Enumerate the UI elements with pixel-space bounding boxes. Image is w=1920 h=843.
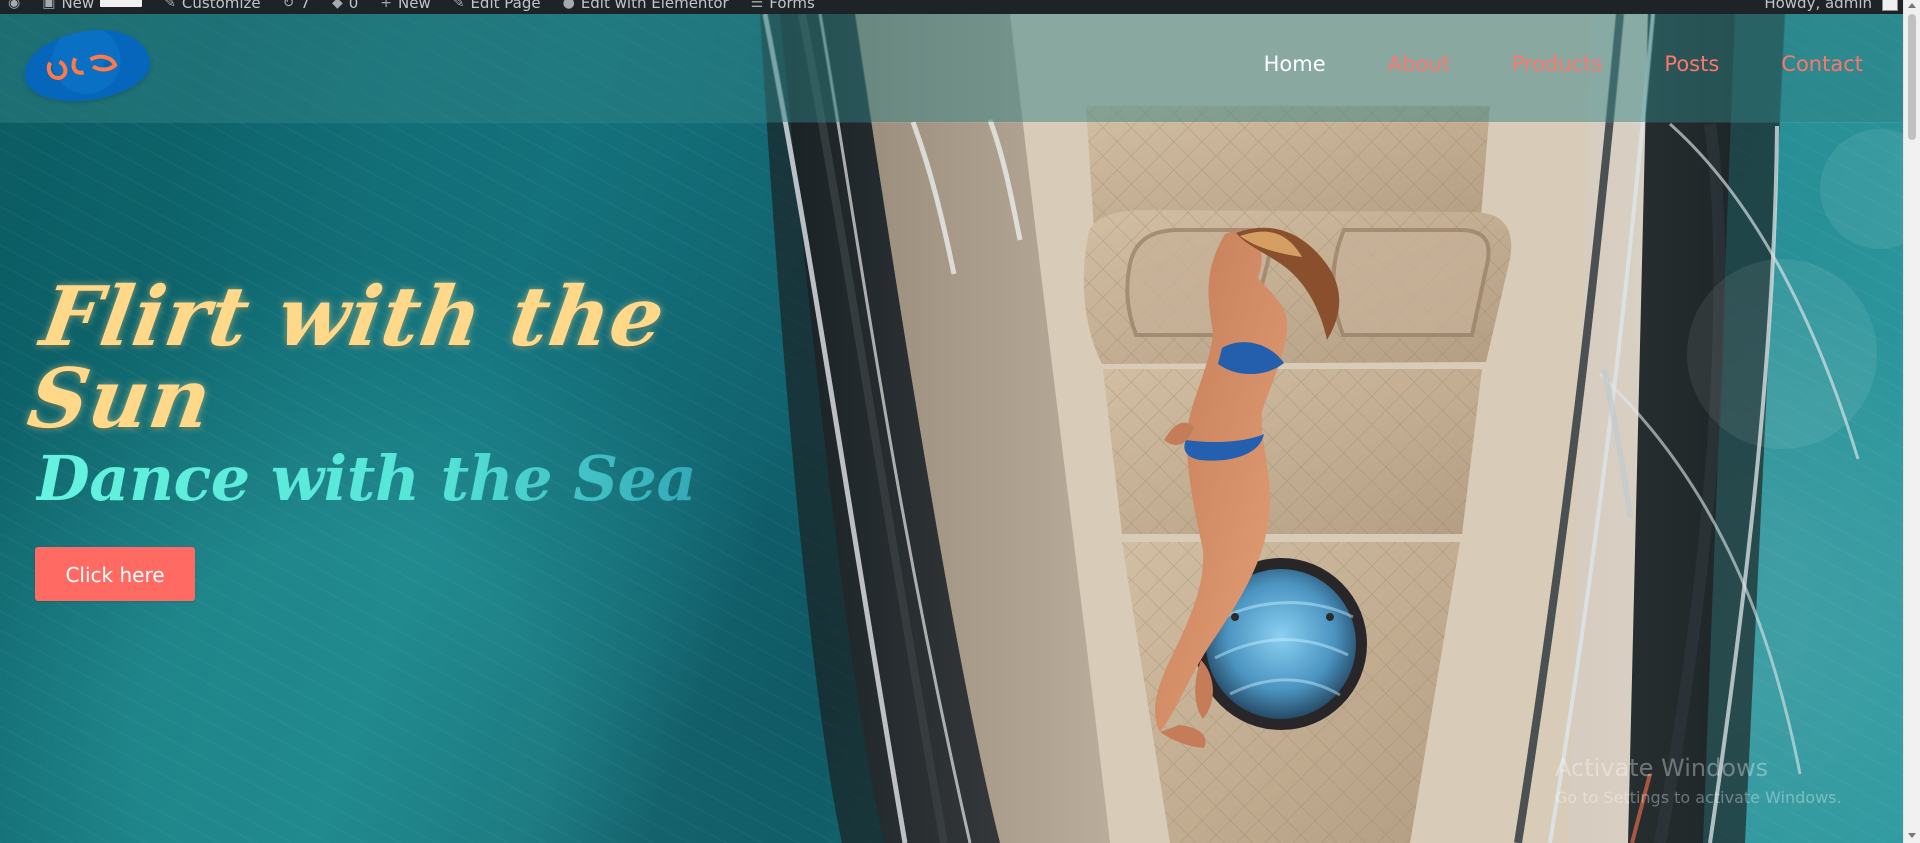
updates-icon: ↻ — [282, 0, 295, 11]
admin-edit-page-label: Edit Page — [470, 0, 541, 12]
customize-icon: ✎ — [164, 0, 176, 11]
comments-icon: ◆ — [331, 0, 343, 11]
new-icon: ▣ — [42, 0, 56, 11]
windows-activation-title: Activate Windows — [1555, 754, 1769, 782]
nav-home[interactable]: Home — [1264, 54, 1326, 75]
plus-icon: + — [380, 0, 392, 11]
edit-icon: ✎ — [452, 0, 465, 11]
nav-about[interactable]: About — [1388, 54, 1450, 75]
admin-bar-left: ◉ ▣ New ✎ Customize ↻ 7 ◆ 0 + New ✎ Edit… — [8, 0, 815, 12]
admin-new-button[interactable]: ▣ New — [42, 0, 143, 12]
admin-comments-count: 0 — [348, 0, 359, 12]
wordpress-icon[interactable]: ◉ — [8, 0, 20, 10]
admin-add-new-button[interactable]: + New — [380, 0, 430, 12]
page-scrollbar[interactable] — [1903, 0, 1920, 843]
admin-greeting: Howdy, admin — [1764, 0, 1872, 12]
hero-click-here-button[interactable]: Click here — [35, 547, 195, 601]
hero-headline: Flirt with the Sun — [21, 269, 672, 447]
admin-elementor-button[interactable]: ● Edit with Elementor — [563, 0, 729, 12]
admin-customize-label: Customize — [181, 0, 261, 12]
elementor-icon: ● — [562, 0, 575, 11]
admin-edit-page-button[interactable]: ✎ Edit Page — [453, 0, 541, 12]
admin-add-new-label: New — [398, 0, 431, 12]
scroll-down-icon[interactable] — [1908, 833, 1916, 838]
windows-activation-subtitle: Go to Settings to activate Windows. — [1555, 788, 1842, 807]
admin-wordpress-menu[interactable]: ◉ — [8, 0, 20, 10]
admin-new-label: New — [61, 0, 95, 12]
admin-customize-button[interactable]: ✎ Customize — [164, 0, 260, 12]
nav-products[interactable]: Products — [1512, 54, 1603, 75]
admin-forms-label: Forms — [769, 0, 815, 12]
forms-icon: ☰ — [750, 0, 764, 11]
avatar[interactable] — [1882, 0, 1898, 11]
admin-updates-count: 7 — [300, 0, 310, 12]
nav-posts[interactable]: Posts — [1664, 54, 1719, 75]
hero-section: Flirt with the Sun Dance with the Sea Cl… — [0, 14, 1903, 843]
scroll-thumb[interactable] — [1908, 14, 1916, 140]
hero-subheadline: Dance with the Sea — [36, 442, 697, 515]
logo-mark-icon — [46, 54, 118, 80]
scroll-up-icon[interactable] — [1908, 3, 1916, 8]
admin-new-box — [100, 0, 143, 7]
nav-contact[interactable]: Contact — [1781, 54, 1863, 75]
admin-comments-button[interactable]: ◆ 0 — [332, 0, 358, 12]
site-logo[interactable] — [20, 24, 154, 107]
admin-forms-button[interactable]: ☰ Forms — [751, 0, 815, 12]
primary-navigation: Home About Products Posts Contact — [1264, 54, 1863, 75]
site-header: Home About Products Posts Contact — [0, 14, 1903, 122]
admin-elementor-label: Edit with Elementor — [580, 0, 729, 12]
admin-updates-button[interactable]: ↻ 7 — [283, 0, 310, 12]
wordpress-admin-bar[interactable]: ◉ ▣ New ✎ Customize ↻ 7 ◆ 0 + New ✎ Edit… — [0, 0, 1920, 14]
admin-bar-account[interactable]: Howdy, admin — [1764, 0, 1898, 12]
